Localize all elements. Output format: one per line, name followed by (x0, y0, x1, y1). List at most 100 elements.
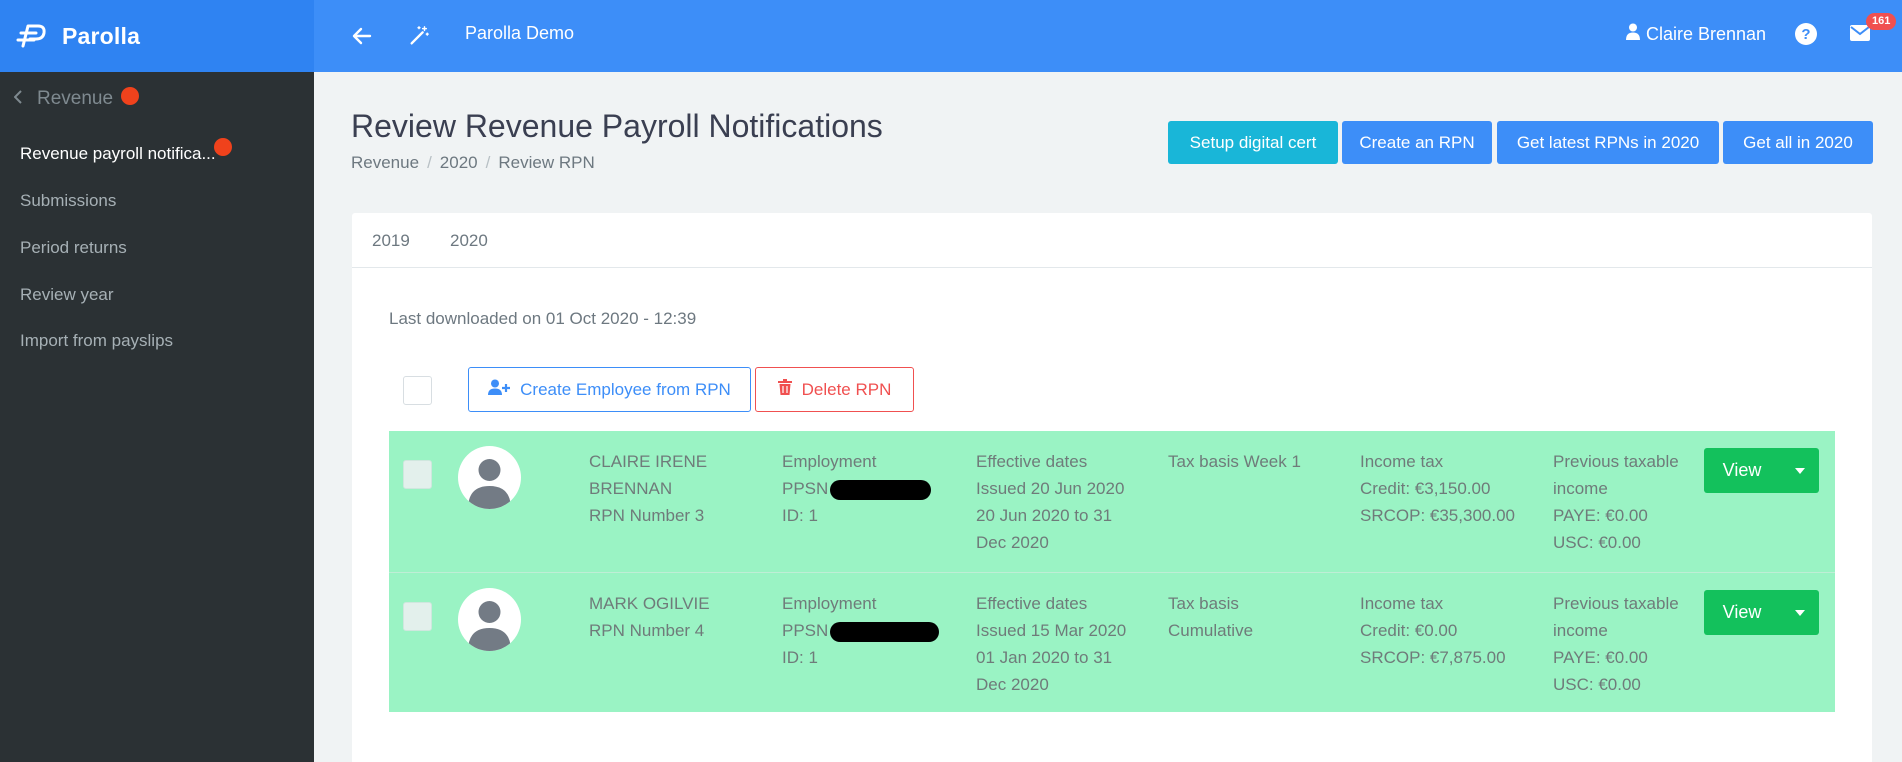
get-all-button[interactable]: Get all in 2020 (1723, 121, 1873, 164)
sidebar-item-label: Submissions (20, 191, 117, 210)
sidebar-item-review-year[interactable]: Review year (20, 285, 114, 305)
income-tax-cell: Income tax Credit: €0.00 SRCOP: €7,875.0… (1360, 590, 1506, 671)
brand[interactable]: Parolla (0, 0, 314, 72)
last-downloaded: Last downloaded on 01 Oct 2020 - 12:39 (389, 309, 697, 328)
sidebar-back-revenue[interactable]: Revenue (13, 88, 113, 110)
mail-icon[interactable] (1850, 25, 1870, 46)
trash-icon (777, 379, 792, 400)
tax-credit: Credit: €3,150.00 (1360, 479, 1491, 498)
redaction-bar (830, 621, 940, 642)
srcop: SRCOP: €7,875.00 (1360, 648, 1506, 667)
date-range: Dec 2020 (976, 675, 1049, 694)
rpn-number: RPN Number 3 (589, 506, 705, 525)
date-range: Dec 2020 (976, 533, 1049, 552)
get-latest-rpns-button[interactable]: Get latest RPNs in 2020 (1497, 121, 1719, 164)
setup-digital-cert-button[interactable]: Setup digital cert (1168, 121, 1338, 164)
tax-basis-cell: Tax basis Cumulative (1168, 590, 1253, 644)
date-range: 01 Jan 2020 to 31 (976, 648, 1113, 667)
redaction-bar (830, 479, 932, 500)
employee-name-line: BRENNAN (589, 479, 673, 498)
user-name: Claire Brennan (1646, 23, 1767, 44)
breadcrumb-item-review-rpn: Review RPN (498, 153, 595, 172)
tax-basis-cell: Tax basis Week 1 (1168, 448, 1301, 475)
date-range: 20 Jun 2020 to 31 (976, 506, 1113, 525)
caret-down-icon[interactable] (1780, 448, 1819, 493)
mail-count-badge: 161 (1866, 13, 1897, 30)
create-employee-label: Create Employee from RPN (520, 379, 731, 399)
view-button[interactable]: View (1704, 448, 1780, 493)
previous-income-cell: Previous taxable income PAYE: €0.00 USC:… (1553, 448, 1679, 556)
notification-dot (214, 138, 232, 156)
sidebar-item-period-returns[interactable]: Period returns (20, 238, 127, 258)
previous-income-label: income (1553, 479, 1608, 498)
create-employee-from-rpn-button[interactable]: Create Employee from RPN (468, 367, 751, 412)
breadcrumb-separator: / (427, 153, 432, 172)
create-rpn-button[interactable]: Create an RPN (1342, 121, 1492, 164)
ppsn-line: PPSN (782, 617, 940, 644)
usc: USC: €0.00 (1553, 675, 1641, 694)
row-checkbox[interactable] (403, 460, 432, 489)
breadcrumb-item-2020[interactable]: 2020 (440, 153, 478, 173)
sidebar-item-revenue-payroll-notifications[interactable]: Revenue payroll notifica... (20, 144, 216, 164)
avatar-icon (458, 446, 521, 509)
tax-basis: Tax basis (1168, 594, 1239, 613)
help-icon[interactable]: ? (1795, 23, 1817, 45)
issued-date: Issued 20 Jun 2020 (976, 479, 1125, 498)
employment-cell: Employment PPSN ID: 1 (782, 448, 932, 529)
sidebar-item-label: Review year (20, 285, 114, 304)
tax-credit: Credit: €0.00 (1360, 621, 1458, 640)
breadcrumb-separator: / (485, 153, 491, 172)
back-arrow-icon[interactable] (348, 22, 376, 50)
employment-cell: Employment PPSN ID: 1 (782, 590, 940, 671)
tax-basis: Tax basis Week 1 (1168, 452, 1301, 471)
sidebar-item-label: Import from payslips (20, 331, 174, 350)
employee-name-line: MARK OGILVIE (589, 594, 710, 613)
delete-rpn-button[interactable]: Delete RPN (755, 367, 914, 412)
view-button-group: View (1704, 590, 1819, 635)
employment-label: Employment (782, 452, 877, 471)
sidebar-item-submissions[interactable]: Submissions (20, 191, 116, 211)
view-button[interactable]: View (1704, 590, 1780, 635)
previous-income-label: Previous taxable (1553, 452, 1679, 471)
rpn-number: RPN Number 4 (589, 621, 705, 640)
srcop: SRCOP: €35,300.00 (1360, 506, 1515, 525)
notification-dot (121, 87, 139, 105)
row-checkbox[interactable] (403, 602, 432, 631)
employee-name-line: CLAIRE IRENE (589, 452, 708, 471)
page-title: Review Revenue Payroll Notifications (351, 108, 883, 144)
paye: PAYE: €0.00 (1553, 506, 1648, 525)
user-menu[interactable]: Claire Brennan (1626, 23, 1766, 45)
employment-label: Employment (782, 594, 877, 613)
previous-income-label: income (1553, 621, 1608, 640)
tax-basis: Cumulative (1168, 621, 1254, 640)
brand-name: Parolla (62, 22, 141, 49)
user-plus-icon (488, 379, 511, 401)
select-all-checkbox[interactable] (403, 376, 432, 405)
employee-name-cell: MARK OGILVIE RPN Number 4 (589, 590, 710, 644)
rpn-panel: 2019 2020 Last downloaded on 01 Oct 2020… (352, 213, 1872, 762)
tab-2019[interactable]: 2019 (372, 231, 410, 251)
employee-name-cell: CLAIRE IRENE BRENNAN RPN Number 3 (589, 448, 707, 529)
tab-2020[interactable]: 2020 (450, 231, 488, 251)
employment-id: ID: 1 (782, 506, 818, 525)
effective-dates-cell: Effective dates Issued 15 Mar 2020 01 Ja… (976, 590, 1126, 698)
table-row: CLAIRE IRENE BRENNAN RPN Number 3 Employ… (389, 431, 1835, 572)
sidebar: Revenue Revenue payroll notifica... Subm… (0, 72, 314, 762)
caret-down-icon[interactable] (1780, 590, 1819, 635)
effective-dates-label: Effective dates (976, 594, 1088, 613)
ppsn-line: PPSN (782, 475, 932, 502)
effective-dates-cell: Effective dates Issued 20 Jun 2020 20 Ju… (976, 448, 1124, 556)
top-bar: Parolla Parolla Demo Claire Brennan ? 16… (0, 0, 1902, 72)
logo-icon (14, 18, 50, 54)
breadcrumb-item-revenue[interactable]: Revenue (351, 153, 419, 173)
issued-date: Issued 15 Mar 2020 (976, 621, 1127, 640)
ppsn-label: PPSN (782, 621, 829, 640)
previous-income-cell: Previous taxable income PAYE: €0.00 USC:… (1553, 590, 1679, 698)
sidebar-item-import-from-payslips[interactable]: Import from payslips (20, 331, 173, 351)
sidebar-item-label: Period returns (20, 238, 127, 257)
effective-dates-label: Effective dates (976, 452, 1088, 471)
delete-rpn-label: Delete RPN (801, 379, 892, 399)
avatar-icon (458, 588, 521, 651)
magic-wand-icon[interactable] (405, 22, 433, 50)
previous-income-label: Previous taxable (1553, 594, 1679, 613)
